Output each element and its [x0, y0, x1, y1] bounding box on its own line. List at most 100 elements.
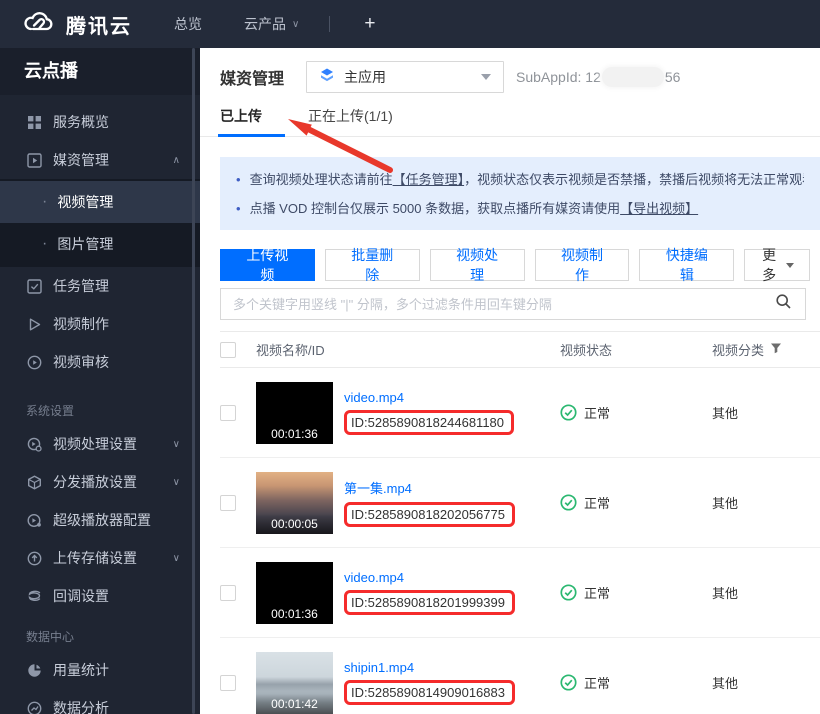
search-box	[220, 288, 806, 320]
cloud-logo-icon	[22, 10, 56, 39]
top-navbar: 腾讯云 总览 云产品 ∨ +	[0, 0, 820, 48]
search-input[interactable]	[233, 297, 775, 312]
video-name-link[interactable]: video.mp4	[344, 390, 404, 405]
app-selector-dropdown[interactable]: 主应用	[306, 61, 504, 93]
chevron-down-icon: ∨	[173, 477, 180, 488]
annotation-red-box: ID:5285890814909016883	[344, 680, 515, 705]
table-row[interactable]: 00:00:05 第一集.mp4 ID:5285890818202056775 …	[220, 458, 820, 548]
video-info: shipin1.mp4 ID:5285890814909016883	[344, 660, 515, 705]
search-icon[interactable]	[775, 293, 793, 315]
status-badge: 正常	[560, 403, 610, 422]
callback-s-icon	[26, 588, 42, 604]
product-title: 云点播	[0, 48, 200, 95]
filter-funnel-icon[interactable]	[770, 342, 782, 357]
info-banner: •查询视频处理状态请前往【任务管理】，视频状态仅表示视频是否禁播，禁播后视频将无…	[220, 157, 820, 230]
video-name-link[interactable]: 第一集.mp4	[344, 478, 412, 497]
bullet-dot: ·	[42, 236, 47, 252]
upload-circle-icon	[26, 550, 42, 566]
task-check-square-icon	[26, 278, 42, 294]
video-thumbnail[interactable]: 00:01:36	[256, 382, 333, 444]
sidebar-item-data-analysis[interactable]: 数据分析	[0, 689, 200, 714]
section-system-settings: 系统设置	[0, 395, 200, 425]
row-checkbox[interactable]	[220, 585, 236, 601]
check-circle-icon	[560, 674, 577, 691]
video-info: 第一集.mp4 ID:5285890818202056775	[344, 478, 515, 527]
status-badge: 正常	[560, 583, 610, 602]
processing-gear-icon	[26, 436, 42, 452]
sidebar-item-upload-storage[interactable]: 上传存储设置 ∨	[0, 539, 200, 577]
toolbar: 上传视频 批量删除 视频处理 视频制作 快捷编辑 更多	[220, 249, 820, 281]
grid-icon	[26, 114, 42, 130]
sidebar-item-service-overview[interactable]: 服务概览	[0, 103, 200, 141]
video-thumbnail[interactable]: 00:01:36	[256, 562, 333, 624]
section-data-center: 数据中心	[0, 621, 200, 651]
redaction-blur	[602, 67, 664, 87]
video-thumbnail[interactable]: 00:01:42	[256, 652, 333, 714]
sidebar-item-task-mgmt[interactable]: 任务管理	[0, 267, 200, 305]
review-circle-play-icon	[26, 354, 42, 370]
video-process-button[interactable]: 视频处理	[430, 249, 525, 281]
add-tab-button[interactable]: +	[364, 13, 375, 35]
col-header-name: 视频名称/ID	[256, 340, 560, 359]
sidebar-item-image-mgmt[interactable]: · 图片管理	[0, 223, 200, 265]
sidebar-scrollbar[interactable]	[192, 48, 195, 714]
video-produce-button[interactable]: 视频制作	[535, 249, 630, 281]
export-video-link[interactable]: 【导出视频】	[620, 201, 698, 216]
chevron-up-icon: ∧	[173, 155, 180, 166]
media-play-square-icon	[26, 152, 42, 168]
row-checkbox[interactable]	[220, 405, 236, 421]
check-circle-icon	[560, 494, 577, 511]
sidebar-item-video-review[interactable]: 视频审核	[0, 343, 200, 381]
banner-line-1: •查询视频处理状态请前往【任务管理】，视频状态仅表示视频是否禁播，禁播后视频将无…	[236, 170, 804, 190]
quick-edit-button[interactable]: 快捷编辑	[639, 249, 734, 281]
nav-products[interactable]: 云产品 ∨	[244, 14, 299, 34]
more-button[interactable]: 更多	[744, 249, 810, 281]
video-name-link[interactable]: shipin1.mp4	[344, 660, 414, 675]
video-category: 其他	[712, 403, 738, 422]
video-id: ID:5285890814909016883	[351, 685, 505, 700]
annotation-red-box: ID:5285890818202056775	[344, 502, 515, 527]
tab-uploaded[interactable]: 已上传	[220, 106, 262, 136]
row-checkbox[interactable]	[220, 495, 236, 511]
bullet-icon: •	[236, 172, 241, 187]
play-triangle-icon	[26, 316, 42, 332]
upload-video-button[interactable]: 上传视频	[220, 249, 315, 281]
select-all-checkbox[interactable]	[220, 342, 236, 358]
table-row[interactable]: 00:01:36 video.mp4 ID:528589081820199939…	[220, 548, 820, 638]
nav-overview[interactable]: 总览	[174, 14, 202, 34]
annotation-red-box: ID:5285890818244681180	[344, 410, 514, 435]
row-checkbox[interactable]	[220, 675, 236, 691]
main-content: 媒资管理 主应用 SubAppId: 1256 已上传 正在上传(1/1)	[200, 48, 820, 714]
video-id: ID:5285890818202056775	[351, 507, 505, 522]
video-thumbnail[interactable]: 00:00:05	[256, 472, 333, 534]
check-circle-icon	[560, 584, 577, 601]
sidebar-item-video-processing[interactable]: 视频处理设置 ∨	[0, 425, 200, 463]
sidebar-item-callback[interactable]: 回调设置	[0, 577, 200, 615]
table-row[interactable]: 00:01:42 shipin1.mp4 ID:5285890814909016…	[220, 638, 820, 714]
sidebar-item-media-mgmt[interactable]: 媒资管理 ∧	[0, 141, 200, 179]
app-layers-icon	[319, 67, 335, 88]
chevron-down-icon: ∨	[173, 439, 180, 450]
sidebar-item-video-mgmt[interactable]: · 视频管理	[0, 181, 200, 223]
sidebar-item-superplayer[interactable]: 超级播放器配置	[0, 501, 200, 539]
annotation-red-box: ID:5285890818201999399	[344, 590, 515, 615]
sidebar-item-distribution[interactable]: 分发播放设置 ∨	[0, 463, 200, 501]
video-category: 其他	[712, 493, 738, 512]
bullet-dot: ·	[42, 194, 47, 210]
batch-delete-button[interactable]: 批量删除	[325, 249, 420, 281]
pie-chart-icon	[26, 662, 42, 678]
tab-uploading[interactable]: 正在上传(1/1)	[308, 106, 393, 136]
sidebar-item-video-production[interactable]: 视频制作	[0, 305, 200, 343]
task-mgmt-link[interactable]: 【任务管理】	[393, 172, 465, 187]
video-name-link[interactable]: video.mp4	[344, 570, 404, 585]
video-id: ID:5285890818201999399	[351, 595, 505, 610]
status-badge: 正常	[560, 493, 610, 512]
table-row[interactable]: 00:01:36 video.mp4 ID:528589081824468118…	[220, 368, 820, 458]
banner-line-2: •点播 VOD 控制台仅展示 5000 条数据，获取点播所有媒资请使用【导出视频…	[236, 199, 804, 219]
sidebar: 云点播 服务概览 媒资管理 ∧ · 视频管理	[0, 48, 200, 714]
sidebar-item-usage-stats[interactable]: 用量统计	[0, 651, 200, 689]
chevron-down-icon: ∨	[292, 19, 299, 30]
sidebar-menu: 服务概览 媒资管理 ∧ · 视频管理 · 图片管理	[0, 95, 200, 714]
tencent-cloud-logo[interactable]: 腾讯云	[22, 10, 132, 39]
video-category: 其他	[712, 673, 738, 692]
